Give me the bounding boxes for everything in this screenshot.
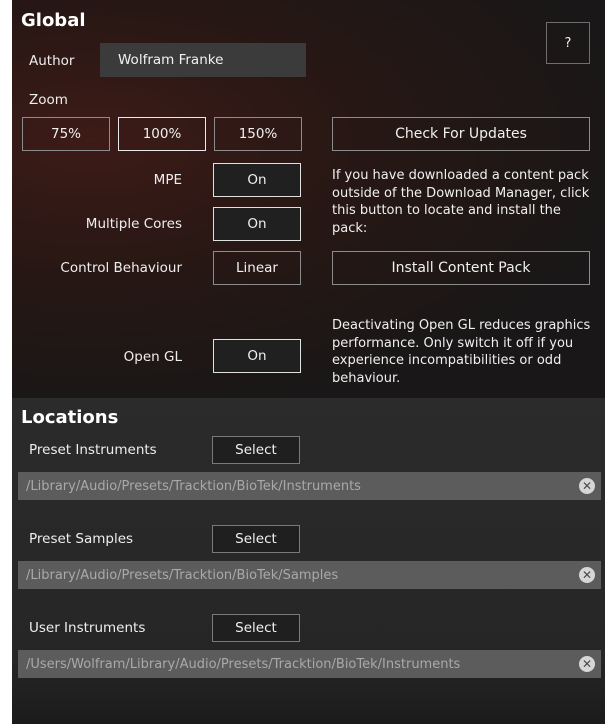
- mpe-label: MPE: [153, 172, 182, 188]
- zoom-150-button[interactable]: 150%: [214, 117, 302, 151]
- open-gl-note: Deactivating Open GL reduces graphics pe…: [332, 318, 591, 386]
- preset-instruments-path[interactable]: /Library/Audio/Presets/Tracktion/BioTek/…: [18, 472, 601, 500]
- preset-samples-path[interactable]: /Library/Audio/Presets/Tracktion/BioTek/…: [18, 561, 601, 589]
- user-instruments-select-button[interactable]: Select: [212, 614, 300, 642]
- clear-icon[interactable]: ✕: [579, 656, 595, 672]
- content-pack-note: If you have downloaded a content pack ou…: [332, 168, 590, 236]
- mpe-toggle[interactable]: On: [213, 163, 301, 197]
- zoom-label: Zoom: [29, 92, 68, 108]
- clear-icon[interactable]: ✕: [579, 478, 595, 494]
- global-section: Global ? Author Wolfram Franke Zoom 75% …: [12, 0, 605, 398]
- global-title: Global: [21, 10, 86, 31]
- preset-samples-path-text: /Library/Audio/Presets/Tracktion/BioTek/…: [26, 567, 339, 583]
- preset-instruments-path-text: /Library/Audio/Presets/Tracktion/BioTek/…: [26, 478, 361, 494]
- multiple-cores-label: Multiple Cores: [85, 216, 182, 232]
- control-behaviour-select[interactable]: Linear: [213, 251, 301, 285]
- help-button[interactable]: ?: [546, 22, 590, 64]
- locations-section: Locations Preset Instruments Select /Lib…: [12, 398, 605, 724]
- settings-window: Global ? Author Wolfram Franke Zoom 75% …: [12, 0, 605, 724]
- locations-title: Locations: [21, 407, 119, 428]
- preset-instruments-select-button[interactable]: Select: [212, 436, 300, 464]
- install-content-pack-button[interactable]: Install Content Pack: [332, 251, 590, 285]
- author-field[interactable]: Wolfram Franke: [100, 43, 306, 77]
- preset-samples-select-button[interactable]: Select: [212, 525, 300, 553]
- zoom-75-button[interactable]: 75%: [22, 117, 110, 151]
- preset-instruments-label: Preset Instruments: [29, 442, 157, 458]
- multiple-cores-toggle[interactable]: On: [213, 207, 301, 241]
- open-gl-label: Open GL: [123, 349, 182, 365]
- control-behaviour-label: Control Behaviour: [60, 260, 182, 276]
- open-gl-toggle[interactable]: On: [213, 339, 301, 373]
- zoom-100-button[interactable]: 100%: [118, 117, 206, 151]
- user-instruments-path[interactable]: /Users/Wolfram/Library/Audio/Presets/Tra…: [18, 650, 601, 678]
- preset-samples-label: Preset Samples: [29, 531, 134, 547]
- author-label: Author: [29, 53, 75, 69]
- clear-icon[interactable]: ✕: [579, 567, 595, 583]
- user-instruments-label: User Instruments: [29, 620, 146, 636]
- help-icon: ?: [564, 35, 572, 51]
- check-for-updates-button[interactable]: Check For Updates: [332, 117, 590, 151]
- user-instruments-path-text: /Users/Wolfram/Library/Audio/Presets/Tra…: [26, 656, 461, 672]
